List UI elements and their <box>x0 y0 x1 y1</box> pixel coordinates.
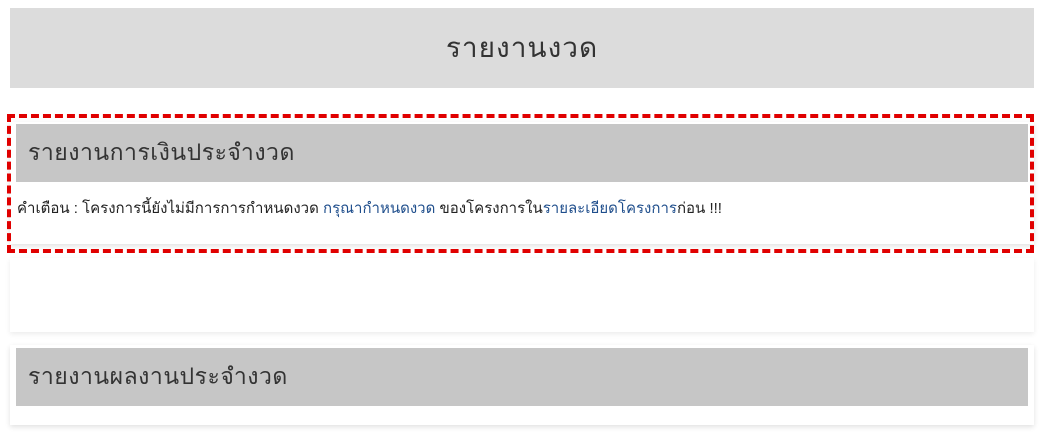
empty-panel <box>10 258 1034 332</box>
work-report-heading: รายงานผลงานประจำงวด <box>16 348 1028 406</box>
warning-middle: ของโครงการใน <box>435 200 543 217</box>
warning-message: คำเตือน : โครงการนี้ยังไม่มีการการกำหนดง… <box>17 196 1027 220</box>
finance-report-title: รายงานการเงินประจำงวด <box>28 140 295 166</box>
work-report-title: รายงานผลงานประจำงวด <box>28 364 288 390</box>
page-title: รายงานงวด <box>445 31 599 64</box>
finance-report-panel: รายงานการเงินประจำงวด คำเตือน : โครงการน… <box>10 122 1034 244</box>
warning-prefix: คำเตือน : โครงการนี้ยังไม่มีการการกำหนดง… <box>17 200 323 217</box>
page-title-bar: รายงานงวด <box>10 8 1034 88</box>
work-report-panel: รายงานผลงานประจำงวด <box>10 345 1034 425</box>
page: รายงานงวด รายงานการเงินประจำงวด คำเตือน … <box>0 0 1045 440</box>
project-details-link[interactable]: รายละเอียดโครงการ <box>543 200 677 217</box>
warning-suffix: ก่อน !!! <box>676 200 722 217</box>
finance-report-heading: รายงานการเงินประจำงวด <box>16 124 1028 182</box>
set-period-link[interactable]: กรุณากำหนดงวด <box>323 200 435 217</box>
